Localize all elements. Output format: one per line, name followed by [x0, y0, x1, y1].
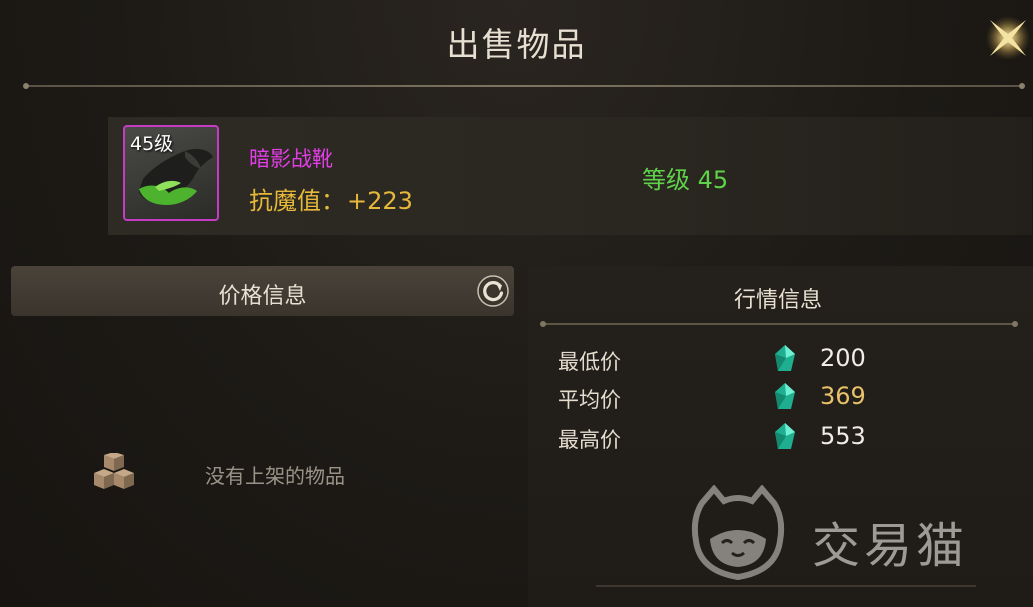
refresh-icon — [477, 275, 509, 307]
empty-listing-text: 没有上架的物品 — [205, 464, 345, 488]
item-grade: 等级 45 — [642, 160, 728, 195]
item-grade-label: 等级 — [642, 166, 690, 194]
item-stat-label: 抗魔值： — [249, 187, 345, 215]
market-bottom-divider — [596, 585, 976, 587]
max-price-label: 最高价 — [558, 428, 621, 452]
price-panel-header: 价格信息 — [11, 266, 514, 316]
gem-icon — [775, 383, 795, 409]
close-button[interactable] — [984, 14, 1032, 62]
market-panel-title: 行情信息 — [733, 288, 822, 313]
refresh-button[interactable] — [477, 275, 509, 307]
gem-icon — [775, 345, 795, 371]
header-divider — [23, 83, 1025, 89]
item-info-bar — [108, 117, 1032, 235]
page-title: 出售物品 — [446, 25, 587, 64]
item-grade-value: 45 — [697, 166, 729, 194]
watermark-text: 交易猫 — [812, 518, 969, 574]
avg-price-label: 平均价 — [558, 388, 621, 412]
avg-price-value: 369 — [820, 382, 866, 410]
min-price-value: 200 — [820, 344, 866, 372]
item-stat: 抗魔值：+223 — [249, 181, 413, 216]
max-price-value: 553 — [820, 422, 866, 450]
item-slot[interactable]: 45级 — [123, 125, 219, 221]
min-price-label: 最低价 — [558, 350, 621, 374]
gem-icon — [775, 423, 795, 449]
empty-box-icon — [94, 453, 134, 489]
item-name: 暗影战靴 — [249, 147, 333, 171]
item-stat-value: +223 — [347, 187, 413, 215]
item-level-badge: 45级 — [130, 133, 174, 155]
close-icon — [986, 16, 1030, 60]
market-divider — [540, 321, 1018, 327]
price-panel-title: 价格信息 — [218, 284, 307, 309]
